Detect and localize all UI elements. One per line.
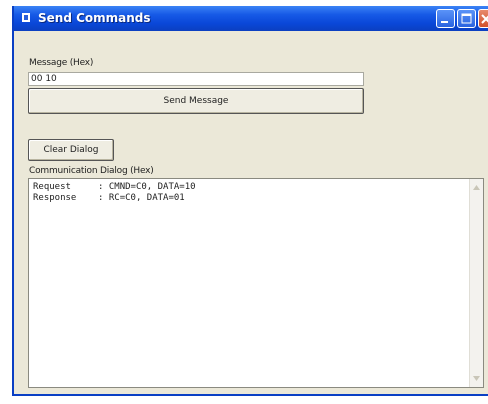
dialog-line-request: Request : CMND=C0, DATA=10: [33, 182, 196, 192]
message-label: Message (Hex): [29, 58, 94, 68]
close-button[interactable]: [478, 9, 488, 28]
maximize-icon: [461, 13, 472, 24]
close-icon: [481, 14, 488, 24]
dialog-log: Request : CMND=C0, DATA=10 Response : RC…: [33, 182, 196, 204]
send-commands-window: Send Commands Message (Hex) Send Message…: [12, 6, 488, 396]
app-icon: [22, 13, 30, 22]
communication-dialog[interactable]: Request : CMND=C0, DATA=10 Response : RC…: [28, 178, 484, 388]
message-input[interactable]: [28, 72, 364, 86]
window-title: Send Commands: [38, 11, 151, 25]
minimize-button[interactable]: [436, 9, 455, 28]
send-message-button[interactable]: Send Message: [28, 88, 364, 114]
dialog-label: Communication Dialog (Hex): [29, 166, 154, 176]
maximize-button[interactable]: [457, 9, 476, 28]
scroll-down-icon[interactable]: [472, 374, 481, 383]
clear-dialog-button[interactable]: Clear Dialog: [28, 139, 114, 161]
scroll-up-icon[interactable]: [472, 183, 481, 192]
dialog-scrollbar[interactable]: [469, 179, 483, 387]
dialog-line-response: Response : RC=C0, DATA=01: [33, 193, 185, 203]
minimize-icon: [441, 21, 448, 23]
title-bar[interactable]: Send Commands: [14, 6, 488, 31]
